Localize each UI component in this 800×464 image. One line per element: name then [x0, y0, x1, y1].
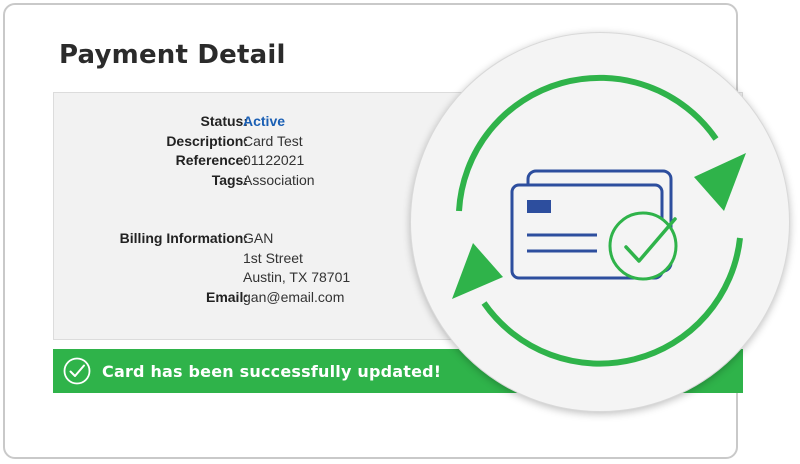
status-label: Status: — [200, 113, 248, 129]
card-chip-icon — [527, 200, 551, 213]
billing-label: Billing Information: — [119, 230, 248, 246]
arrow-head-right-icon — [694, 153, 746, 211]
check-circle-icon — [63, 357, 91, 385]
card-sync-icon — [452, 74, 746, 367]
email-label: Email: — [205, 289, 248, 305]
billing-city: Austin, TX 78701 — [243, 269, 351, 285]
tags-value: Association — [243, 172, 315, 188]
reference-value: 01122021 — [243, 152, 305, 168]
success-message: Card has been successfully updated! — [102, 362, 442, 381]
card-check-icon — [608, 211, 678, 281]
tags-label: Tags: — [211, 172, 248, 188]
reference-label: Reference: — [175, 152, 248, 168]
billing-street: 1st Street — [243, 250, 303, 266]
description-value: Card Test — [243, 133, 303, 149]
email-value: gan@email.com — [243, 289, 345, 305]
card-sync-badge — [410, 32, 790, 412]
billing-name: GAN — [243, 230, 274, 246]
page-title: Payment Detail — [59, 40, 286, 70]
arrow-head-left-icon — [452, 243, 503, 299]
status-value: Active — [243, 113, 286, 129]
description-label: Description: — [166, 133, 248, 149]
